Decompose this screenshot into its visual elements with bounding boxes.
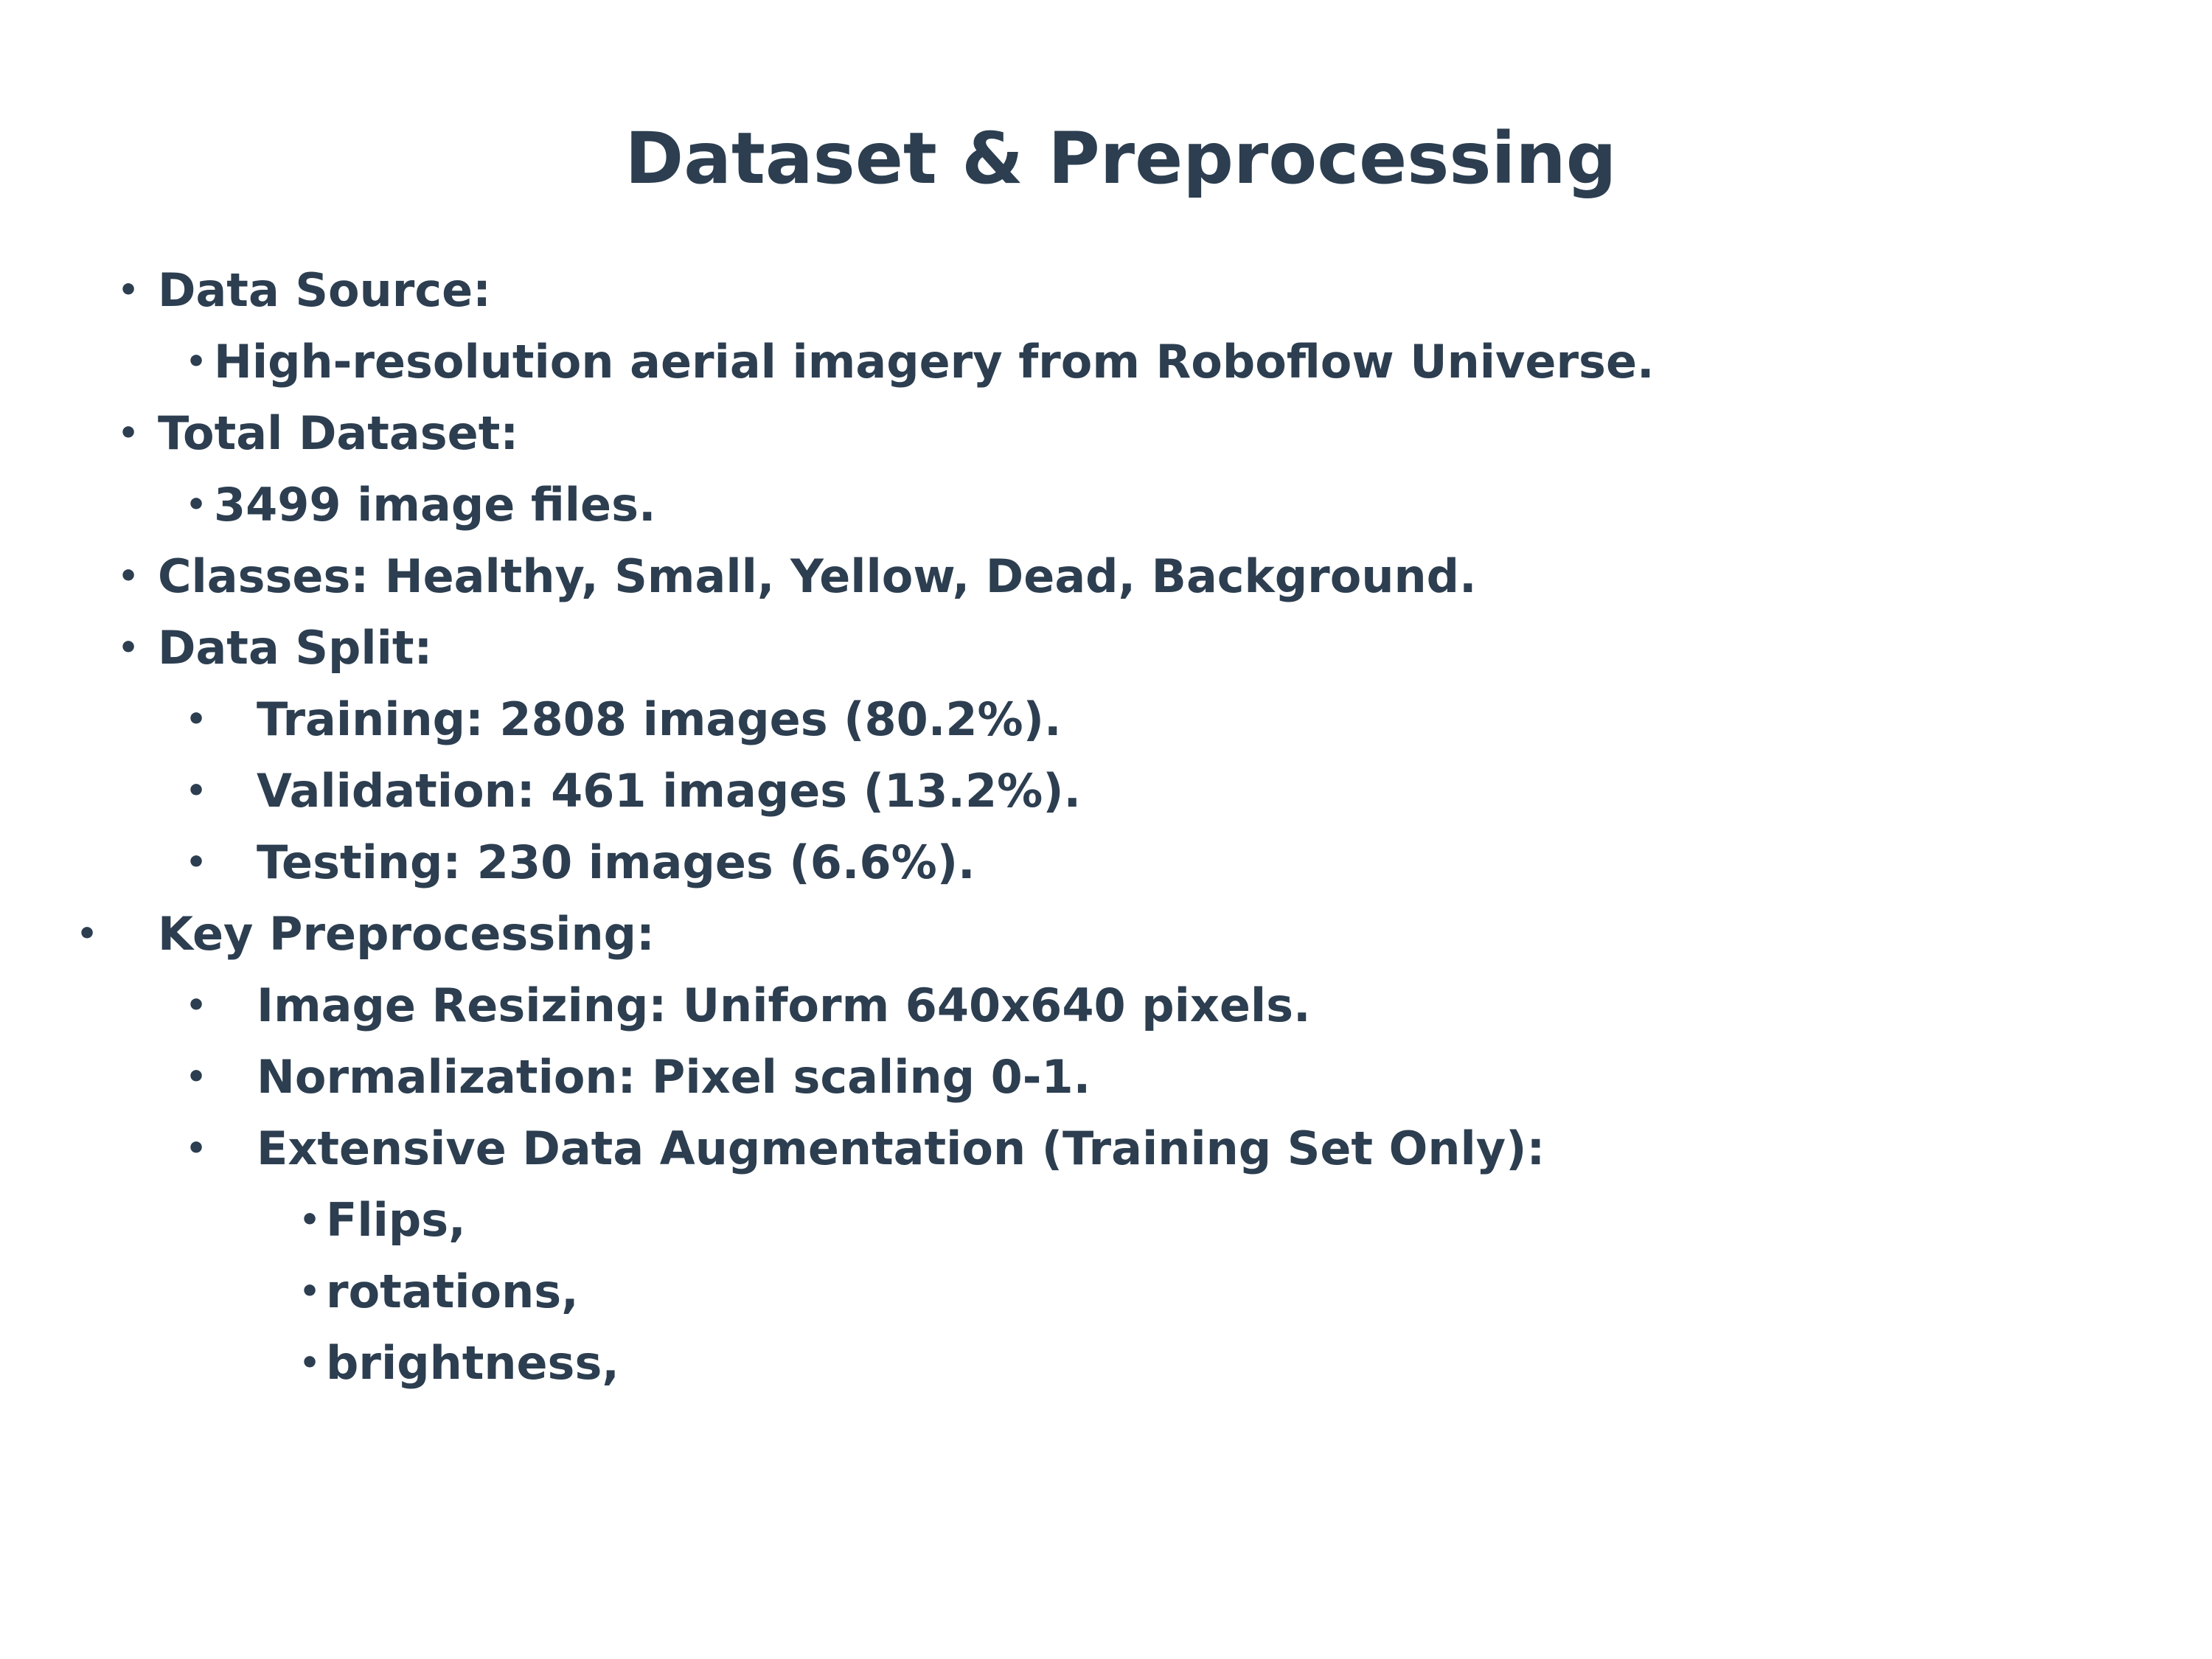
bullet-item-normalization: • Normalization: Pixel scaling 0-1.: [0, 1041, 2212, 1113]
bullet-item-brightness: • brightness,: [0, 1327, 2212, 1399]
bullet-icon: •: [186, 700, 207, 738]
bullet-item-validation: • Validation: 461 images (13.2%).: [0, 755, 2212, 827]
bullet-icon: •: [118, 629, 139, 667]
bullet-text: Total Dataset:: [158, 406, 519, 460]
bullet-icon: •: [186, 343, 207, 380]
bullet-item-classes: • Classes: Healthy, Small, Yellow, Dead,…: [0, 540, 2212, 612]
bullet-text: Training: 2808 images (80.2%).: [257, 692, 1062, 746]
bullet-item-data-source: • Data Source:: [0, 254, 2212, 326]
bullet-item-testing: • Testing: 230 images (6.6%).: [0, 827, 2212, 898]
bullet-text: rotations,: [326, 1265, 579, 1318]
bullet-text: Normalization: Pixel scaling 0-1.: [257, 1050, 1091, 1104]
bullet-icon: •: [118, 271, 139, 309]
bullet-item-total-dataset: • Total Dataset:: [0, 397, 2212, 469]
bullet-item-total-dataset-detail: • 3499 image files.: [0, 469, 2212, 540]
bullet-icon: •: [186, 1058, 207, 1096]
bullet-item-flips: • Flips,: [0, 1184, 2212, 1256]
bullet-item-training: • Training: 2808 images (80.2%).: [0, 684, 2212, 755]
bullet-item-key-preprocessing: • Key Preprocessing:: [0, 898, 2212, 970]
bullet-item-rotations: • rotations,: [0, 1256, 2212, 1327]
bullet-icon: •: [299, 1273, 321, 1310]
bullet-icon: •: [118, 414, 139, 452]
bullet-text: Testing: 230 images (6.6%).: [257, 835, 975, 889]
bullet-text: High-resolution aerial imagery from Robo…: [214, 335, 1655, 389]
bullet-icon: •: [186, 844, 207, 881]
bullet-text: Validation: 461 images (13.2%).: [257, 764, 1082, 818]
bullet-text: Data Split:: [158, 621, 433, 675]
bullet-icon: •: [77, 915, 98, 953]
bullet-text: Key Preprocessing:: [158, 907, 655, 961]
bullet-text: 3499 image files.: [214, 478, 656, 532]
bullet-text: brightness,: [326, 1336, 619, 1390]
bullet-item-image-resizing: • Image Resizing: Uniform 640x640 pixels…: [0, 970, 2212, 1041]
bullet-icon: •: [118, 557, 139, 595]
bullet-text: Flips,: [326, 1193, 466, 1247]
bullet-icon: •: [186, 486, 207, 524]
bullet-icon: •: [186, 772, 207, 810]
bullet-item-data-source-detail: • High-resolution aerial imagery from Ro…: [0, 326, 2212, 397]
bullet-icon: •: [299, 1201, 321, 1239]
bullet-item-data-split: • Data Split:: [0, 612, 2212, 684]
bullet-icon: •: [186, 987, 207, 1024]
bullet-text: Data Source:: [158, 263, 491, 317]
bullet-text: Image Resizing: Uniform 640x640 pixels.: [257, 978, 1311, 1032]
slide: Dataset & Preprocessing • Data Source: •…: [0, 0, 2212, 1659]
bullet-item-augmentation: • Extensive Data Augmentation (Training …: [0, 1113, 2212, 1184]
bullet-text: Classes: Healthy, Small, Yellow, Dead, B…: [158, 549, 1477, 603]
bullet-icon: •: [299, 1344, 321, 1382]
slide-title: Dataset & Preprocessing: [625, 117, 1617, 200]
bullet-icon: •: [186, 1130, 207, 1167]
bullet-text: Extensive Data Augmentation (Training Se…: [257, 1121, 1545, 1175]
